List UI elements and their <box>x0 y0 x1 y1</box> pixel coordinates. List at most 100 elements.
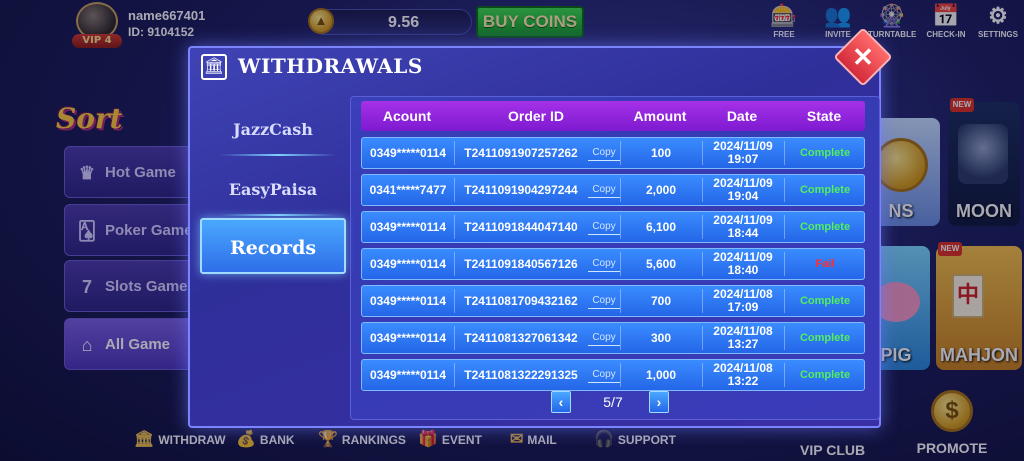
column-divider <box>620 215 621 239</box>
next-page-button[interactable]: › <box>649 391 669 413</box>
column-header-state: State <box>806 108 842 124</box>
amount-cell: 1,000 <box>645 368 677 382</box>
account-cell: 0349*****0114 <box>369 294 447 308</box>
column-divider <box>702 215 703 239</box>
tab-underline <box>220 214 336 216</box>
tab-label: Records <box>229 237 317 259</box>
table-header: Acount Order ID Amount Date State <box>361 101 865 131</box>
column-divider <box>620 326 621 350</box>
time-value: 13:27 <box>727 337 759 351</box>
time-value: 13:22 <box>727 374 759 388</box>
close-icon: ✕ <box>852 42 874 72</box>
column-divider <box>702 252 703 276</box>
account-cell: 0341*****7477 <box>369 183 447 197</box>
date-cell: 2024/11/09 18:44 <box>702 212 784 242</box>
table-row: 0349*****0114 T2411091907257262 Copy 100 202… <box>361 137 865 169</box>
withdrawals-modal: 🏛 WITHDRAWALS ✕ JazzCash EasyPaisa Records… <box>188 27 893 428</box>
column-header-date: Date <box>726 108 758 124</box>
column-divider <box>784 141 785 165</box>
order-id-cell: T2411081327061342 <box>464 331 578 345</box>
pagination: ‹ 5/7 › <box>551 391 671 413</box>
copy-button[interactable]: Copy <box>588 220 620 235</box>
column-divider <box>620 252 621 276</box>
amount-cell: 2,000 <box>645 183 677 197</box>
time-value: 19:04 <box>727 189 759 203</box>
column-divider <box>454 215 455 239</box>
tab-underline <box>220 154 336 156</box>
date-cell: 2024/11/09 18:40 <box>702 249 784 279</box>
column-divider <box>702 141 703 165</box>
account-cell: 0349*****0114 <box>369 331 447 345</box>
order-id-cell: T2411081322291325 <box>464 368 578 382</box>
table-row: 0349*****0114 T2411091844047140 Copy 6,100 2… <box>361 211 865 243</box>
time-value: 19:07 <box>727 152 759 166</box>
column-divider <box>784 289 785 313</box>
order-id-cell: T2411091904297244 <box>464 183 578 197</box>
amount-cell: 5,600 <box>645 257 677 271</box>
state-cell: Complete <box>799 295 851 307</box>
state-cell: Complete <box>799 332 851 344</box>
column-divider <box>784 215 785 239</box>
table-row: 0349*****0114 T2411081322291325 Copy 1,000 2… <box>361 359 865 391</box>
copy-button[interactable]: Copy <box>588 331 620 346</box>
table-row: 0349*****0114 T2411081709432162 Copy 700 202… <box>361 285 865 317</box>
table-row: 0349*****0114 T2411091840567126 Copy 5,600 2… <box>361 248 865 280</box>
copy-button[interactable]: Copy <box>588 368 620 383</box>
state-cell: Fail <box>815 258 835 270</box>
order-id-cell: T2411081709432162 <box>464 294 578 308</box>
amount-cell: 300 <box>650 331 672 345</box>
column-divider <box>620 178 621 202</box>
tab-records[interactable]: Records <box>200 218 346 274</box>
tab-jazzcash[interactable]: JazzCash <box>200 102 346 158</box>
time-value: 17:09 <box>727 300 759 314</box>
column-divider <box>620 141 621 165</box>
state-cell: Complete <box>799 221 851 233</box>
copy-button[interactable]: Copy <box>588 257 620 272</box>
records-table: Acount Order ID Amount Date State 0349*****0… <box>350 96 880 420</box>
time-value: 18:40 <box>727 263 759 277</box>
tab-label: EasyPaisa <box>228 180 318 199</box>
prev-page-button[interactable]: ‹ <box>551 391 571 413</box>
column-header-order-id: Order ID <box>507 108 564 124</box>
date-cell: 2024/11/08 13:22 <box>702 360 784 390</box>
amount-cell: 700 <box>650 294 672 308</box>
page-indicator: 5/7 <box>603 394 623 410</box>
amount-cell: 100 <box>650 146 672 160</box>
copy-button[interactable]: Copy <box>588 183 620 198</box>
account-cell: 0349*****0114 <box>369 220 447 234</box>
column-divider <box>620 289 621 313</box>
column-divider <box>454 289 455 313</box>
modal-title: WITHDRAWALS <box>238 54 423 78</box>
time-value: 18:44 <box>727 226 759 240</box>
state-cell: Complete <box>799 147 851 159</box>
state-cell: Complete <box>799 184 851 196</box>
column-divider <box>620 363 621 387</box>
amount-cell: 6,100 <box>645 220 677 234</box>
column-divider <box>454 252 455 276</box>
order-id-cell: T2411091844047140 <box>464 220 578 234</box>
column-divider <box>454 326 455 350</box>
column-divider <box>454 141 455 165</box>
bank-icon: 🏛 <box>201 54 227 80</box>
column-divider <box>784 363 785 387</box>
table-row: 0341*****7477 T2411091904297244 Copy 2,000 2… <box>361 174 865 206</box>
date-cell: 2024/11/09 19:04 <box>702 175 784 205</box>
column-divider <box>702 178 703 202</box>
account-cell: 0349*****0114 <box>369 257 447 271</box>
column-header-amount: Amount <box>633 108 687 124</box>
tab-label: JazzCash <box>233 120 313 139</box>
copy-button[interactable]: Copy <box>588 146 620 161</box>
column-divider <box>784 326 785 350</box>
tab-easypaisa[interactable]: EasyPaisa <box>200 162 346 218</box>
column-divider <box>702 289 703 313</box>
column-divider <box>454 178 455 202</box>
date-cell: 2024/11/08 13:27 <box>702 323 784 353</box>
copy-button[interactable]: Copy <box>588 294 620 309</box>
order-id-cell: T2411091840567126 <box>464 257 578 271</box>
column-divider <box>702 363 703 387</box>
column-divider <box>784 178 785 202</box>
state-cell: Complete <box>799 369 851 381</box>
order-id-cell: T2411091907257262 <box>464 146 578 160</box>
date-cell: 2024/11/09 19:07 <box>702 138 784 168</box>
column-divider <box>702 326 703 350</box>
